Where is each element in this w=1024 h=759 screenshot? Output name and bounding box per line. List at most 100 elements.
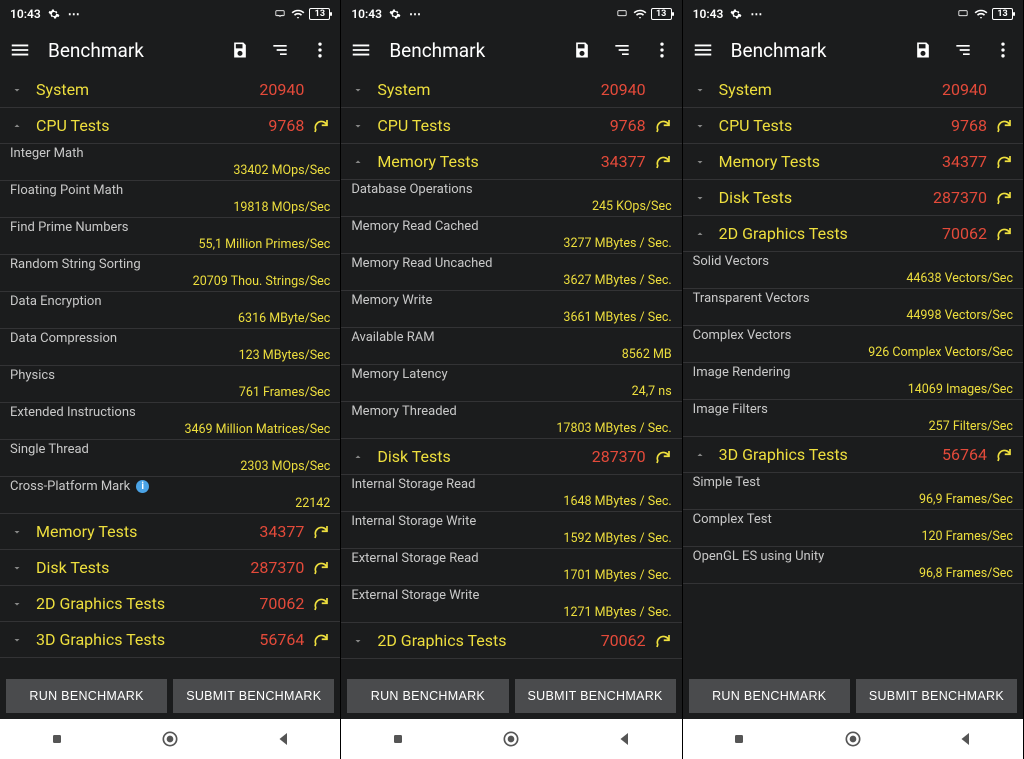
content-area: System 20940 CPU Tests 9768 Memory Tests… xyxy=(683,72,1023,673)
cpu-cross[interactable]: Cross-Platform Marki22142 xyxy=(0,477,340,514)
mem-write[interactable]: Memory Write3661 MBytes / Sec. xyxy=(341,291,681,328)
nav-back-icon[interactable] xyxy=(955,728,977,750)
run-benchmark-button[interactable]: RUN BENCHMARK xyxy=(689,679,850,713)
section-system[interactable]: System 20940 xyxy=(341,72,681,108)
status-bar: 10:43 ⋯ 13 xyxy=(683,0,1023,28)
save-icon[interactable] xyxy=(911,38,935,62)
section-cpu[interactable]: CPU Tests 9768 xyxy=(0,108,340,144)
cpu-sort[interactable]: Random String Sorting20709 Thou. Strings… xyxy=(0,255,340,292)
mem-read-cached[interactable]: Memory Read Cached3277 MBytes / Sec. xyxy=(341,217,681,254)
g2d-solid[interactable]: Solid Vectors44638 Vectors/Sec xyxy=(683,252,1023,289)
status-bar: 10:43 ⋯ 13 xyxy=(341,0,681,28)
cpu-integer[interactable]: Integer Math33402 MOps/Sec xyxy=(0,144,340,181)
refresh-icon[interactable] xyxy=(312,559,330,577)
section-3d[interactable]: 3D Graphics Tests 56764 xyxy=(683,437,1023,473)
refresh-icon[interactable] xyxy=(654,448,672,466)
disk-ewrite[interactable]: External Storage Write1271 MBytes / Sec. xyxy=(341,586,681,623)
mem-db[interactable]: Database Operations245 KOps/Sec xyxy=(341,180,681,217)
section-cpu[interactable]: CPU Tests 9768 xyxy=(341,108,681,144)
nav-recent-icon[interactable] xyxy=(46,728,68,750)
menu-icon[interactable] xyxy=(8,38,32,62)
wifi-icon xyxy=(633,7,647,21)
refresh-icon[interactable] xyxy=(312,595,330,613)
section-memory[interactable]: Memory Tests 34377 xyxy=(0,514,340,550)
gear-icon xyxy=(47,7,61,21)
refresh-icon[interactable] xyxy=(312,117,330,135)
g2d-filters[interactable]: Image Filters257 Filters/Sec xyxy=(683,400,1023,437)
disk-eread[interactable]: External Storage Read1701 MBytes / Sec. xyxy=(341,549,681,586)
app-bar: Benchmark xyxy=(683,28,1023,72)
section-3d[interactable]: 3D Graphics Tests 56764 xyxy=(0,622,340,658)
g3d-complex[interactable]: Complex Test120 Frames/Sec xyxy=(683,510,1023,547)
g2d-complex[interactable]: Complex Vectors926 Complex Vectors/Sec xyxy=(683,326,1023,363)
nav-recent-icon[interactable] xyxy=(387,728,409,750)
refresh-icon[interactable] xyxy=(995,153,1013,171)
section-memory[interactable]: Memory Tests 34377 xyxy=(341,144,681,180)
overflow-icon[interactable] xyxy=(991,38,1015,62)
section-2d[interactable]: 2D Graphics Tests 70062 xyxy=(341,623,681,659)
cpu-prime[interactable]: Find Prime Numbers55,1 Million Primes/Se… xyxy=(0,218,340,255)
mem-read-uncached[interactable]: Memory Read Uncached3627 MBytes / Sec. xyxy=(341,254,681,291)
section-disk[interactable]: Disk Tests 287370 xyxy=(341,439,681,475)
chevron-down-icon xyxy=(693,155,707,169)
overflow-icon[interactable] xyxy=(308,38,332,62)
disk-iwrite[interactable]: Internal Storage Write1592 MBytes / Sec. xyxy=(341,512,681,549)
sort-icon[interactable] xyxy=(951,38,975,62)
submit-benchmark-button[interactable]: SUBMIT BENCHMARK xyxy=(856,679,1017,713)
info-icon[interactable]: i xyxy=(136,480,149,493)
refresh-icon[interactable] xyxy=(654,153,672,171)
run-benchmark-button[interactable]: RUN BENCHMARK xyxy=(6,679,167,713)
keyboard-icon xyxy=(615,7,629,21)
run-benchmark-button[interactable]: RUN BENCHMARK xyxy=(347,679,508,713)
cpu-single[interactable]: Single Thread2303 MOps/Sec xyxy=(0,440,340,477)
g3d-simple[interactable]: Simple Test96,9 Frames/Sec xyxy=(683,473,1023,510)
section-disk[interactable]: Disk Tests 287370 xyxy=(683,180,1023,216)
refresh-icon[interactable] xyxy=(654,632,672,650)
refresh-icon[interactable] xyxy=(995,446,1013,464)
section-disk[interactable]: Disk Tests 287370 xyxy=(0,550,340,586)
save-icon[interactable] xyxy=(228,38,252,62)
battery-icon: 13 xyxy=(651,8,672,20)
mem-ram[interactable]: Available RAM8562 MB xyxy=(341,328,681,365)
refresh-icon[interactable] xyxy=(995,225,1013,243)
cpu-extended[interactable]: Extended Instructions3469 Million Matric… xyxy=(0,403,340,440)
section-cpu[interactable]: CPU Tests 9768 xyxy=(683,108,1023,144)
nav-home-icon[interactable] xyxy=(500,728,522,750)
refresh-icon[interactable] xyxy=(995,117,1013,135)
cpu-float[interactable]: Floating Point Math19818 MOps/Sec xyxy=(0,181,340,218)
refresh-icon[interactable] xyxy=(995,189,1013,207)
menu-icon[interactable] xyxy=(349,38,373,62)
section-system[interactable]: System 20940 xyxy=(0,72,340,108)
refresh-icon[interactable] xyxy=(654,117,672,135)
g2d-trans[interactable]: Transparent Vectors44998 Vectors/Sec xyxy=(683,289,1023,326)
sort-icon[interactable] xyxy=(268,38,292,62)
nav-back-icon[interactable] xyxy=(273,728,295,750)
cpu-physics[interactable]: Physics761 Frames/Sec xyxy=(0,366,340,403)
status-time: 10:43 xyxy=(351,7,382,21)
disk-iread[interactable]: Internal Storage Read1648 MBytes / Sec. xyxy=(341,475,681,512)
nav-home-icon[interactable] xyxy=(159,728,181,750)
section-system[interactable]: System 20940 xyxy=(683,72,1023,108)
sort-icon[interactable] xyxy=(610,38,634,62)
mem-latency[interactable]: Memory Latency24,7 ns xyxy=(341,365,681,402)
submit-benchmark-button[interactable]: SUBMIT BENCHMARK xyxy=(515,679,676,713)
submit-benchmark-button[interactable]: SUBMIT BENCHMARK xyxy=(173,679,334,713)
section-2d[interactable]: 2D Graphics Tests 70062 xyxy=(0,586,340,622)
nav-back-icon[interactable] xyxy=(614,728,636,750)
mem-threaded[interactable]: Memory Threaded17803 MBytes / Sec. xyxy=(341,402,681,439)
g2d-imgrender[interactable]: Image Rendering14069 Images/Sec xyxy=(683,363,1023,400)
section-memory[interactable]: Memory Tests 34377 xyxy=(683,144,1023,180)
chevron-down-icon xyxy=(10,83,24,97)
menu-icon[interactable] xyxy=(691,38,715,62)
save-icon[interactable] xyxy=(570,38,594,62)
refresh-icon[interactable] xyxy=(312,631,330,649)
section-2d[interactable]: 2D Graphics Tests 70062 xyxy=(683,216,1023,252)
g3d-unity[interactable]: OpenGL ES using Unity96,8 Frames/Sec xyxy=(683,547,1023,584)
cpu-encrypt[interactable]: Data Encryption6316 MByte/Sec xyxy=(0,292,340,329)
overflow-icon[interactable] xyxy=(650,38,674,62)
chevron-down-icon xyxy=(693,83,707,97)
refresh-icon[interactable] xyxy=(312,523,330,541)
nav-home-icon[interactable] xyxy=(842,728,864,750)
nav-recent-icon[interactable] xyxy=(728,728,750,750)
cpu-compress[interactable]: Data Compression123 MBytes/Sec xyxy=(0,329,340,366)
